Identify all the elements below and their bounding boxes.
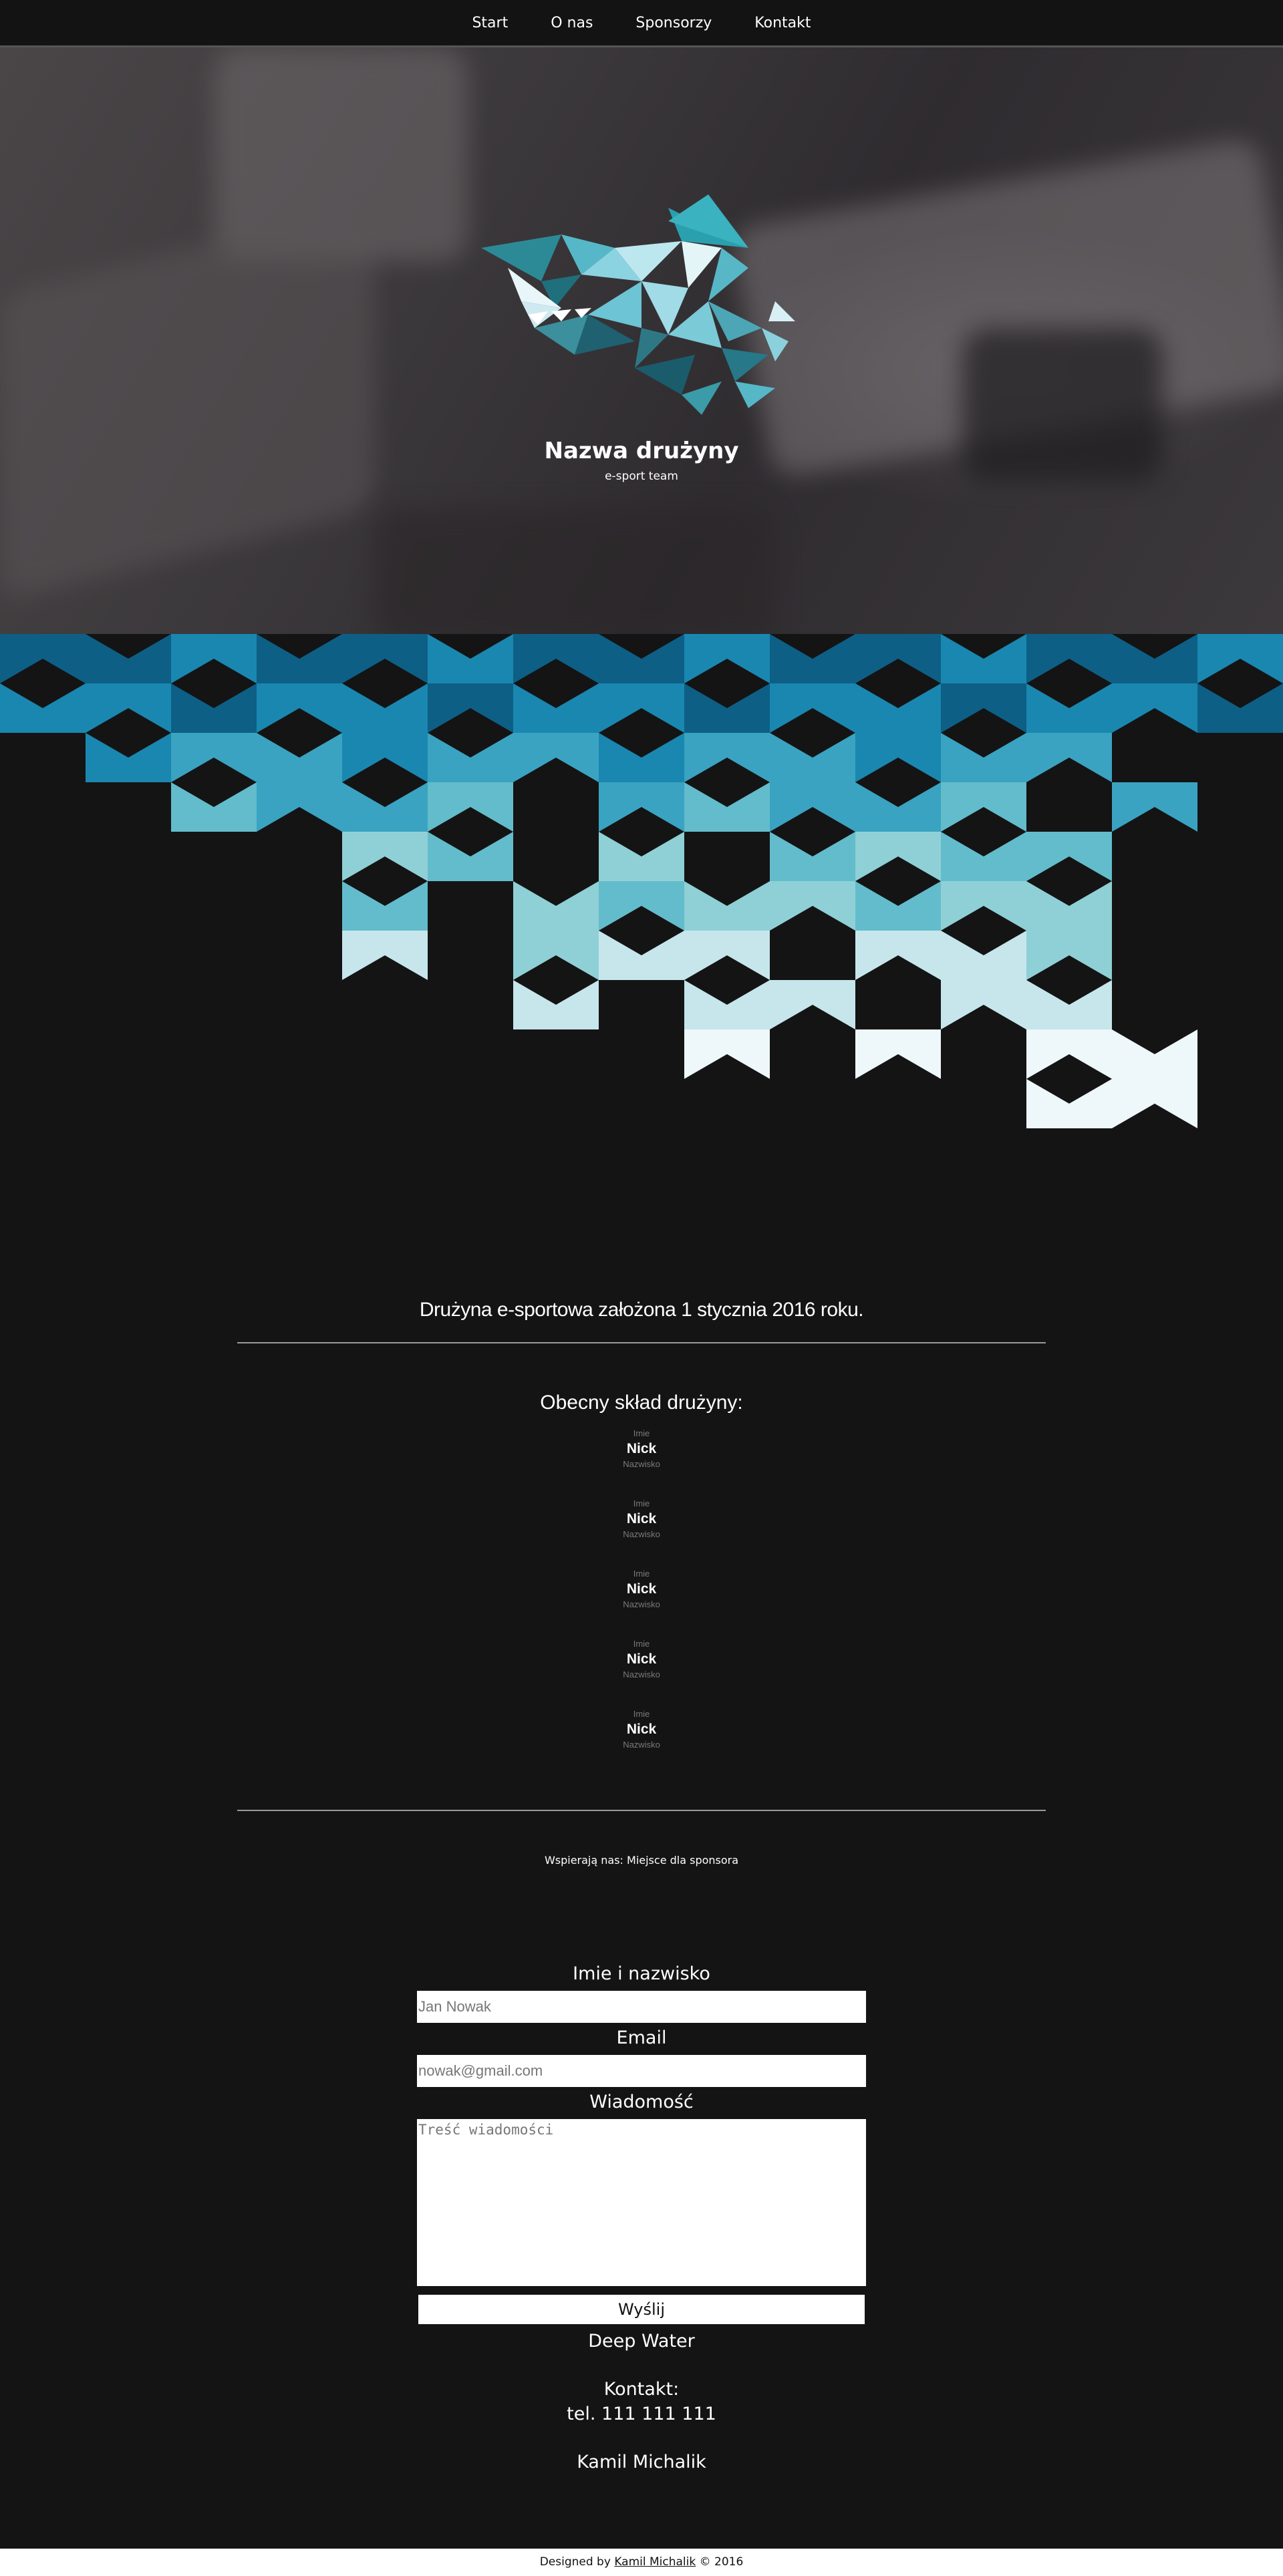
team-member: Imie Nick Nazwisko: [0, 1708, 1283, 1751]
hero-banner: Nazwa drużyny e-sport team: [0, 47, 1283, 634]
section-divider: [237, 1342, 1046, 1343]
nav-contact-link[interactable]: Kontakt: [754, 15, 811, 31]
team-member: Imie Nick Nazwisko: [0, 1498, 1283, 1541]
footer-suffix: © 2016: [696, 2555, 744, 2569]
member-first-name: Imie: [633, 1428, 650, 1438]
contact-heading: Kontakt:: [603, 2379, 680, 2400]
member-first-name: Imie: [633, 1639, 650, 1649]
member-first-name: Imie: [633, 1569, 650, 1579]
triangle-mosaic-decoration: [0, 634, 1283, 1128]
shark-logo-icon: [481, 194, 795, 415]
member-nick: Nick: [626, 1722, 657, 1737]
email-label: Email: [616, 2028, 667, 2048]
hero-background-floor: [374, 508, 775, 634]
member-nick: Nick: [626, 1441, 657, 1456]
message-label: Wiadomość: [589, 2092, 694, 2112]
member-last-name: Nazwisko: [623, 1740, 660, 1750]
member-first-name: Imie: [633, 1498, 650, 1508]
top-navigation: Start O nas Sponsorzy Kontakt: [0, 0, 1283, 47]
member-last-name: Nazwisko: [623, 1599, 660, 1609]
member-last-name: Nazwisko: [623, 1669, 660, 1679]
nav-about-link[interactable]: O nas: [551, 15, 593, 31]
team-member: Imie Nick Nazwisko: [0, 1568, 1283, 1611]
member-first-name: Imie: [633, 1709, 650, 1719]
name-input[interactable]: [417, 1991, 866, 2023]
member-nick: Nick: [626, 1581, 657, 1597]
send-button[interactable]: Wyślij: [418, 2295, 865, 2324]
roster-title: Obecny skład drużyny:: [540, 1392, 743, 1414]
footer-author-link[interactable]: Kamil Michalik: [614, 2555, 696, 2569]
sponsors-text: Wspierają nas: Miejsce dla sponsora: [544, 1854, 739, 1867]
section-divider: [237, 1810, 1046, 1811]
team-member: Imie Nick Nazwisko: [0, 1428, 1283, 1470]
email-input[interactable]: [417, 2055, 866, 2087]
contact-phone: tel. 111 111 111: [567, 2404, 716, 2424]
member-last-name: Nazwisko: [623, 1529, 660, 1539]
name-label: Imie i nazwisko: [573, 1963, 710, 1984]
team-footer-name: Deep Water: [588, 2331, 695, 2352]
member-nick: Nick: [626, 1511, 657, 1526]
nav-sponsors-link[interactable]: Sponsorzy: [635, 15, 712, 31]
member-nick: Nick: [626, 1651, 657, 1667]
hero-background-ground: [0, 201, 374, 602]
nav-start-link[interactable]: Start: [472, 15, 508, 31]
member-last-name: Nazwisko: [623, 1459, 660, 1469]
team-tagline: e-sport team: [605, 470, 678, 483]
message-textarea[interactable]: [417, 2119, 866, 2286]
page-footer: Designed by Kamil Michalik © 2016: [0, 2549, 1283, 2576]
contact-person: Kamil Michalik: [577, 2452, 706, 2472]
founded-text: Drużyna e-sportowa założona 1 stycznia 2…: [419, 1299, 864, 1321]
team-member: Imie Nick Nazwisko: [0, 1638, 1283, 1681]
team-name-heading: Nazwa drużyny: [544, 438, 739, 464]
footer-prefix: Designed by: [539, 2555, 615, 2569]
